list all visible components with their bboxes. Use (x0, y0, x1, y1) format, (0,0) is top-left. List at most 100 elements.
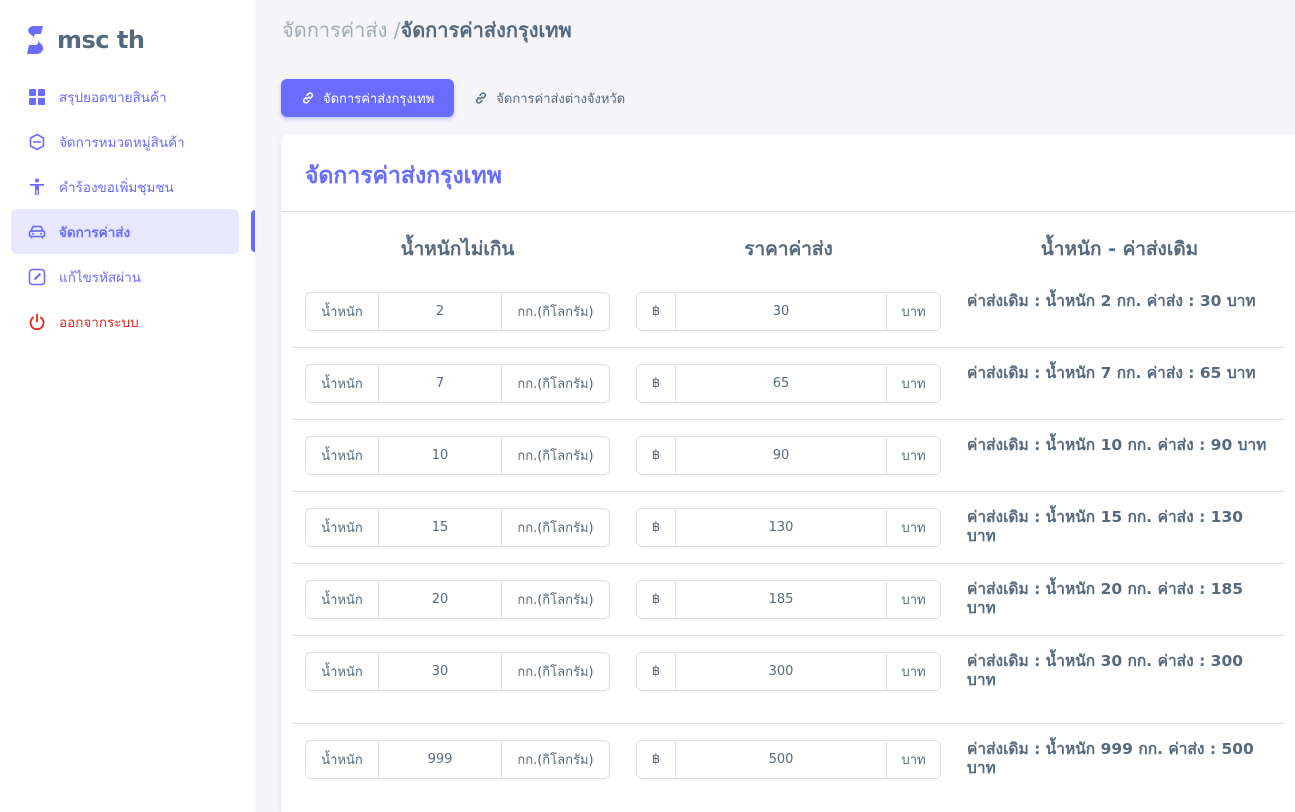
price-input-group: ฿ 130 บาท (636, 508, 941, 547)
weight-prefix: น้ำหนัก (321, 521, 363, 536)
row-divider (292, 635, 1285, 636)
weight-input-group: น้ำหนัก 2 กก.(กิโลกรัม) (305, 292, 610, 331)
price-input[interactable]: 30 (675, 293, 887, 330)
weight-prefix: น้ำหนัก (321, 377, 363, 392)
previous-rate-text: ค่าส่งเดิม : น้ำหนัก 20 กก. ค่าส่ง : 185… (967, 580, 1244, 617)
sidebar-item-label: คำร้องขอเพิ่มชุมชน (59, 179, 174, 196)
sidebar: msc th สรุปยอดขายสินค้า จัดการหมวดหมู่สิ… (0, 0, 255, 812)
tab-label: จัดการค่าส่งต่างจังหวัด (496, 91, 626, 107)
price-input[interactable]: 130 (675, 509, 887, 546)
price-unit: บาท (901, 753, 926, 768)
weight-input[interactable]: 999 (378, 741, 502, 778)
power-icon (27, 312, 47, 332)
weight-input-group: น้ำหนัก 7 กก.(กิโลกรัม) (305, 364, 610, 403)
baht-symbol-icon: ฿ (651, 664, 661, 679)
weight-unit: กก.(กิโลกรัม) (517, 377, 594, 392)
active-indicator (251, 210, 255, 252)
weight-unit: กก.(กิโลกรัม) (517, 521, 594, 536)
dashboard-grid-icon (27, 87, 47, 107)
shipping-card: จัดการค่าส่งกรุงเทพ น้ำหนักไม่เกิน ราคาค… (281, 134, 1295, 812)
row-divider (292, 419, 1285, 420)
weight-prefix: น้ำหนัก (321, 593, 363, 608)
weight-input[interactable]: 7 (378, 365, 502, 402)
price-input[interactable]: 500 (675, 741, 887, 778)
tab-bangkok-shipping[interactable]: จัดการค่าส่งกรุงเทพ (281, 79, 455, 117)
baht-symbol-icon: ฿ (651, 752, 661, 767)
weight-input-group: น้ำหนัก 999 กก.(กิโลกรัม) (305, 740, 610, 779)
weight-input-group: น้ำหนัก 20 กก.(กิโลกรัม) (305, 580, 610, 619)
weight-input[interactable]: 10 (378, 437, 502, 474)
price-unit: บาท (901, 665, 926, 680)
app-logo[interactable]: msc th (26, 24, 145, 56)
sidebar-item-label: แก้ไขรหัสผ่าน (59, 269, 142, 286)
breadcrumb-parent[interactable]: จัดการค่าส่ง / (282, 18, 400, 42)
logo-s-icon (27, 26, 44, 54)
baht-symbol-icon: ฿ (651, 376, 661, 391)
weight-input[interactable]: 20 (378, 581, 502, 618)
weight-unit: กก.(กิโลกรัม) (517, 305, 594, 320)
weight-input-group: น้ำหนัก 15 กก.(กิโลกรัม) (305, 508, 610, 547)
previous-rate-text: ค่าส่งเดิม : น้ำหนัก 999 กก. ค่าส่ง : 50… (967, 740, 1254, 777)
weight-prefix: น้ำหนัก (321, 449, 363, 464)
price-input-group: ฿ 90 บาท (636, 436, 941, 475)
baht-symbol-icon: ฿ (651, 304, 661, 319)
sidebar-item-community-requests[interactable]: คำร้องขอเพิ่มชุมชน (11, 164, 239, 209)
price-unit: บาท (901, 305, 926, 320)
price-input-group: ฿ 65 บาท (636, 364, 941, 403)
breadcrumb-current: จัดการค่าส่งกรุงเทพ (400, 18, 572, 42)
breadcrumb: จัดการค่าส่ง /จัดการค่าส่งกรุงเทพ (282, 14, 572, 46)
app-name: msc th (57, 26, 145, 54)
sidebar-menu: สรุปยอดขายสินค้า จัดการหมวดหมู่สินค้า คำ… (0, 74, 255, 344)
sidebar-item-logout[interactable]: ออกจากระบบ (11, 299, 239, 344)
sidebar-item-categories[interactable]: จัดการหมวดหมู่สินค้า (11, 119, 239, 164)
price-input[interactable]: 65 (675, 365, 887, 402)
sidebar-item-change-password[interactable]: แก้ไขรหัสผ่าน (11, 254, 239, 299)
sidebar-item-shipping[interactable]: จัดการค่าส่ง (11, 209, 239, 254)
weight-input-group: น้ำหนัก 10 กก.(กิโลกรัม) (305, 436, 610, 475)
price-input[interactable]: 90 (675, 437, 887, 474)
weight-unit: กก.(กิโลกรัม) (517, 665, 594, 680)
row-divider (292, 491, 1285, 492)
weight-input-group: น้ำหนัก 30 กก.(กิโลกรัม) (305, 652, 610, 691)
car-icon (27, 222, 47, 242)
price-input[interactable]: 185 (675, 581, 887, 618)
link-icon (474, 91, 488, 105)
price-unit: บาท (901, 521, 926, 536)
row-divider (292, 563, 1285, 564)
sidebar-item-label: จัดการค่าส่ง (59, 224, 131, 241)
price-unit: บาท (901, 593, 926, 608)
baht-symbol-icon: ฿ (651, 592, 661, 607)
tab-province-shipping[interactable]: จัดการค่าส่งต่างจังหวัด (454, 79, 645, 117)
sidebar-item-label: สรุปยอดขายสินค้า (59, 89, 167, 106)
previous-rate-text: ค่าส่งเดิม : น้ำหนัก 2 กก. ค่าส่ง : 30 บ… (967, 292, 1256, 310)
price-input-group: ฿ 30 บาท (636, 292, 941, 331)
card-divider (281, 211, 1295, 212)
header-price: ราคาค่าส่ง (744, 238, 833, 260)
weight-input[interactable]: 2 (378, 293, 502, 330)
sidebar-item-label: ออกจากระบบ (59, 314, 139, 331)
tab-bar: จัดการค่าส่งกรุงเทพ จัดการค่าส่งต่างจังห… (281, 79, 645, 117)
previous-rate-text: ค่าส่งเดิม : น้ำหนัก 30 กก. ค่าส่ง : 300… (967, 652, 1244, 689)
tab-label: จัดการค่าส่งกรุงเทพ (323, 91, 435, 107)
category-hexagon-icon (27, 132, 47, 152)
sidebar-item-sales-summary[interactable]: สรุปยอดขายสินค้า (11, 74, 239, 119)
previous-rate-text: ค่าส่งเดิม : น้ำหนัก 7 กก. ค่าส่ง : 65 บ… (967, 364, 1256, 382)
weight-input[interactable]: 15 (378, 509, 502, 546)
weight-unit: กก.(กิโลกรัม) (517, 449, 594, 464)
previous-rate-text: ค่าส่งเดิม : น้ำหนัก 10 กก. ค่าส่ง : 90 … (967, 436, 1267, 454)
person-icon (27, 177, 47, 197)
weight-prefix: น้ำหนัก (321, 665, 363, 680)
card-title: จัดการค่าส่งกรุงเทพ (305, 163, 502, 189)
weight-input[interactable]: 30 (378, 653, 502, 690)
price-input-group: ฿ 300 บาท (636, 652, 941, 691)
previous-rate-text: ค่าส่งเดิม : น้ำหนัก 15 กก. ค่าส่ง : 130… (967, 508, 1244, 545)
edit-square-icon (27, 267, 47, 287)
price-unit: บาท (901, 449, 926, 464)
price-input[interactable]: 300 (675, 653, 887, 690)
weight-prefix: น้ำหนัก (321, 305, 363, 320)
price-input-group: ฿ 500 บาท (636, 740, 941, 779)
header-previous: น้ำหนัก - ค่าส่งเดิม (1040, 238, 1199, 260)
row-divider (292, 347, 1285, 348)
baht-symbol-icon: ฿ (651, 520, 661, 535)
price-input-group: ฿ 185 บาท (636, 580, 941, 619)
